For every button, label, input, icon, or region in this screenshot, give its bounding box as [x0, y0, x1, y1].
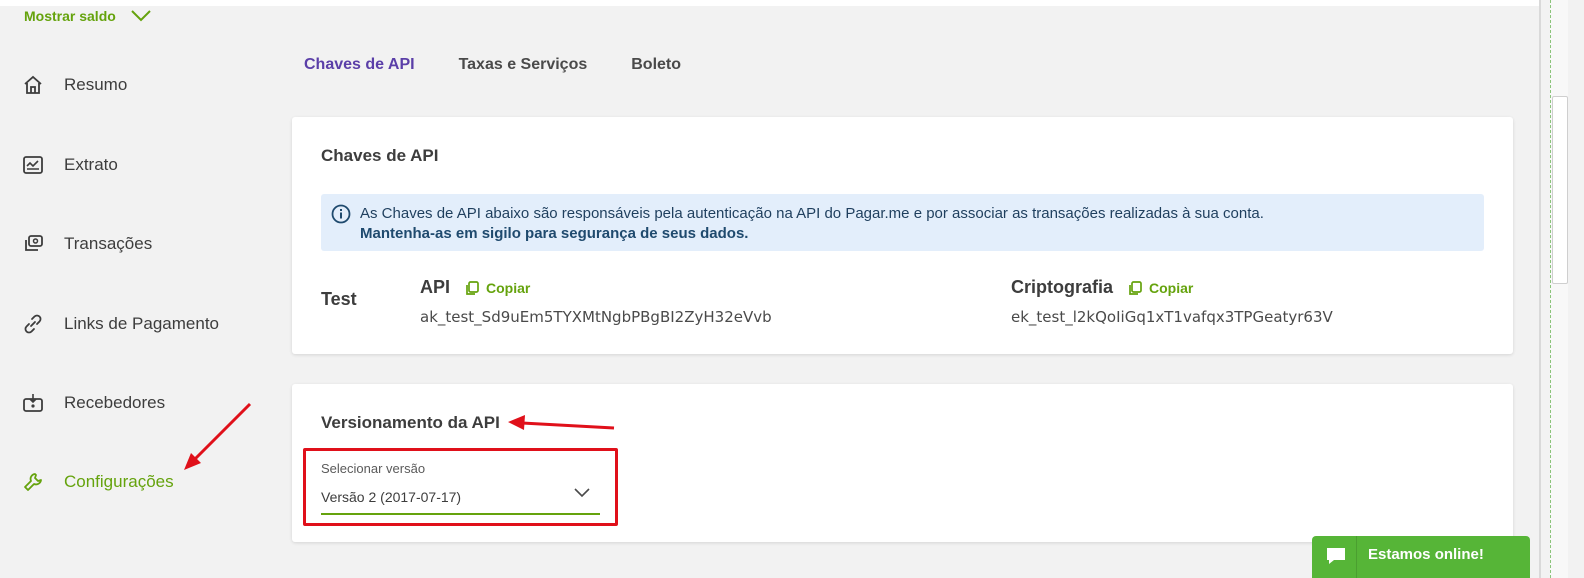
copy-label: Copiar [486, 279, 531, 296]
environment-label: Test [321, 289, 357, 309]
info-icon [331, 204, 351, 229]
statement-icon [22, 154, 44, 176]
select-underline [321, 513, 600, 515]
scrollbar-track[interactable] [1550, 0, 1568, 578]
chevron-down-icon [131, 10, 151, 22]
sidebar-item-links-de-pagamento[interactable]: Links de Pagamento [22, 313, 219, 335]
version-select-label: Selecionar versão [321, 461, 426, 476]
sidebar-item-label: Resumo [64, 75, 128, 94]
content-edge [1539, 0, 1541, 578]
versioning-title: Versionamento da API [321, 413, 500, 432]
crypto-key-block: Criptografia Copiar ek_test_l2kQoIiGq1xT… [1011, 277, 1333, 326]
api-keys-title: Chaves de API [321, 146, 439, 165]
tab-boleto[interactable]: Boleto [631, 56, 681, 74]
copy-icon [466, 280, 479, 295]
copy-label: Copiar [1149, 279, 1194, 296]
wrench-icon [22, 471, 44, 493]
crypto-key-label: Criptografia [1011, 277, 1114, 297]
sidebar-item-label: Configurações [64, 472, 174, 491]
copy-icon [1129, 280, 1142, 295]
link-icon [22, 313, 44, 335]
annotation-arrow-sidebar [184, 402, 252, 470]
scrollbar-thumb[interactable] [1552, 96, 1568, 284]
transactions-icon [22, 233, 44, 255]
version-select[interactable]: Selecionar versão Versão 2 (2017-07-17) [321, 461, 600, 515]
copy-api-key-button[interactable]: Copiar [464, 280, 530, 296]
annotation-highlight-box: Selecionar versão Versão 2 (2017-07-17) [303, 448, 618, 526]
chevron-down-icon [574, 488, 590, 498]
version-select-value: Versão 2 (2017-07-17) [321, 489, 462, 505]
sidebar-item-recebedores[interactable]: Recebedores [22, 392, 165, 414]
info-alert: As Chaves de API abaixo são responsáveis… [321, 194, 1484, 251]
top-strip [0, 0, 1540, 6]
sidebar-item-label: Recebedores [64, 393, 166, 412]
api-key-block: API Copiar ak_test_Sd9uEm5TYXMtNgbPBgBI2… [420, 277, 772, 326]
sidebar-item-configuracoes[interactable]: Configurações [22, 471, 174, 493]
api-key-value: ak_test_Sd9uEm5TYXMtNgbPBgBI2ZyH32eVvb [420, 308, 772, 326]
show-balance-toggle[interactable]: Mostrar saldo [24, 8, 152, 24]
chat-widget-button[interactable]: Estamos online! [1312, 536, 1530, 578]
tab-taxas-e-servicos[interactable]: Taxas e Serviços [459, 56, 588, 74]
crypto-key-value: ek_test_l2kQoIiGq1xT1vafqx3TPGeatyr63V [1011, 308, 1333, 326]
sidebar-item-label: Links de Pagamento [64, 314, 219, 333]
alert-bold-text: Mantenha-as em sigilo para segurança de … [360, 225, 749, 242]
sidebar-item-transacoes[interactable]: Transações [22, 233, 152, 255]
recipients-icon [22, 392, 44, 414]
chat-label: Estamos online! [1368, 546, 1484, 563]
copy-crypto-key-button[interactable]: Copiar [1127, 280, 1193, 296]
api-key-label: API [420, 277, 451, 297]
chat-bubble-icon [1324, 544, 1348, 573]
chat-divider [1356, 536, 1357, 578]
sidebar-item-label: Extrato [64, 155, 118, 174]
alert-text: As Chaves de API abaixo são responsáveis… [360, 205, 1264, 222]
settings-tabs: Chaves de API Taxas e Serviços Boleto [304, 56, 725, 74]
sidebar-item-label: Transações [64, 234, 153, 253]
api-keys-card: Chaves de API As Chaves de API abaixo sã… [292, 117, 1513, 354]
sidebar-item-resumo[interactable]: Resumo [22, 74, 127, 96]
home-icon [22, 74, 44, 96]
show-balance-label: Mostrar saldo [24, 8, 116, 24]
sidebar-item-extrato[interactable]: Extrato [22, 154, 118, 176]
tab-chaves-de-api[interactable]: Chaves de API [304, 56, 415, 74]
